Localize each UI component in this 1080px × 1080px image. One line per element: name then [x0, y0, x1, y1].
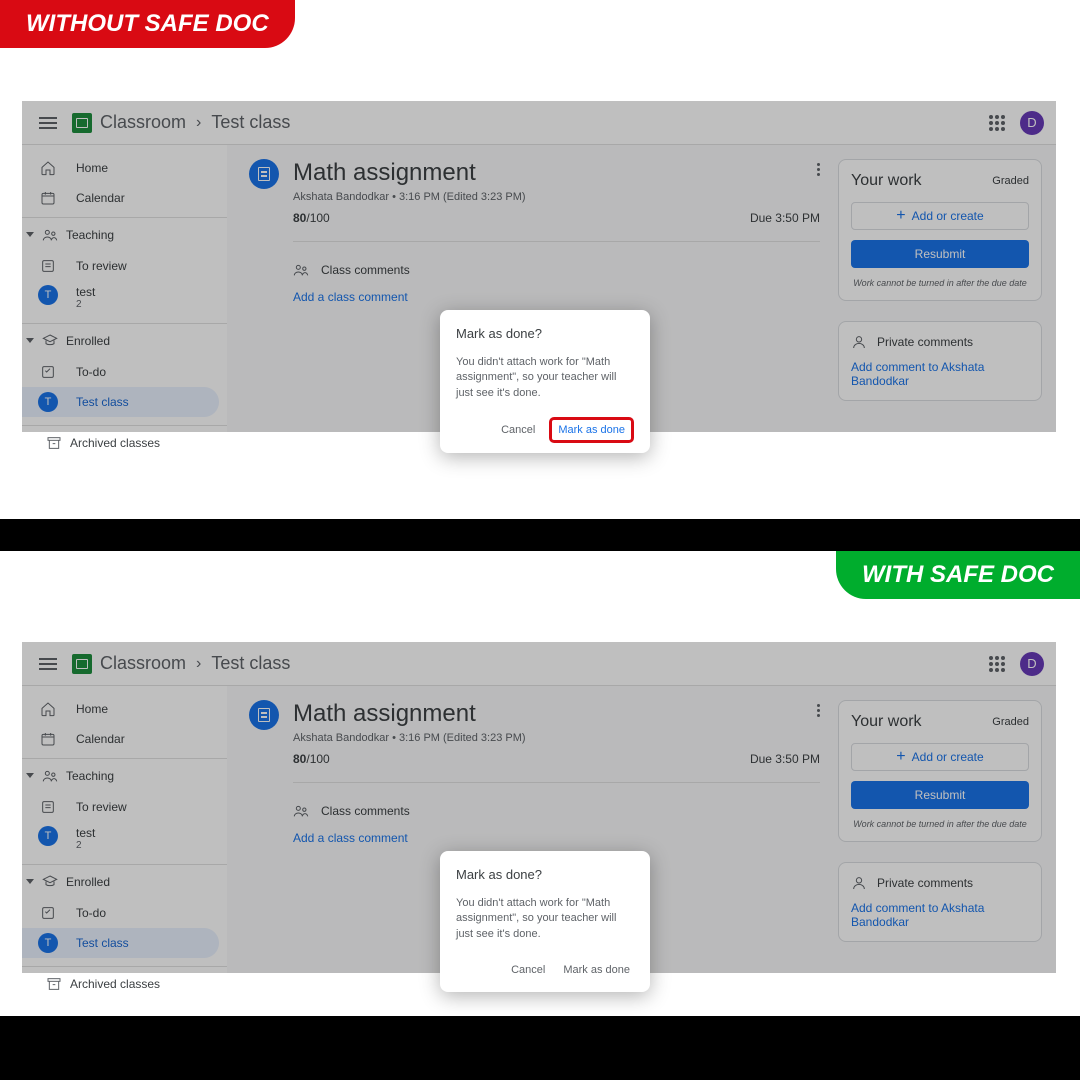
divider-band: [0, 519, 1080, 551]
banner-without-safe-doc: WITHOUT SAFE DOC: [0, 0, 295, 48]
confirm-dialog: Mark as done? You didn't attach work for…: [440, 851, 650, 992]
mark-as-done-button[interactable]: Mark as done: [549, 417, 634, 443]
screenshot-with-safe-doc: Classroom › Test class D Home Calendar T…: [22, 642, 1056, 973]
screenshot-without-safe-doc: Classroom › Test class D Home Calendar T…: [22, 101, 1056, 432]
dialog-body: You didn't attach work for "Math assignm…: [456, 896, 634, 942]
confirm-dialog: Mark as done? You didn't attach work for…: [440, 310, 650, 453]
sidebar-label: Archived classes: [70, 436, 160, 450]
cancel-button[interactable]: Cancel: [507, 958, 549, 982]
dialog-title: Mark as done?: [456, 867, 634, 882]
dialog-title: Mark as done?: [456, 326, 634, 341]
footer-band: [0, 1016, 1080, 1080]
dialog-body: You didn't attach work for "Math assignm…: [456, 355, 634, 401]
mark-as-done-button[interactable]: Mark as done: [559, 958, 634, 982]
banner-with-safe-doc: WITH SAFE DOC: [836, 551, 1080, 599]
cancel-button[interactable]: Cancel: [497, 418, 539, 442]
sidebar-label: Archived classes: [70, 977, 160, 991]
